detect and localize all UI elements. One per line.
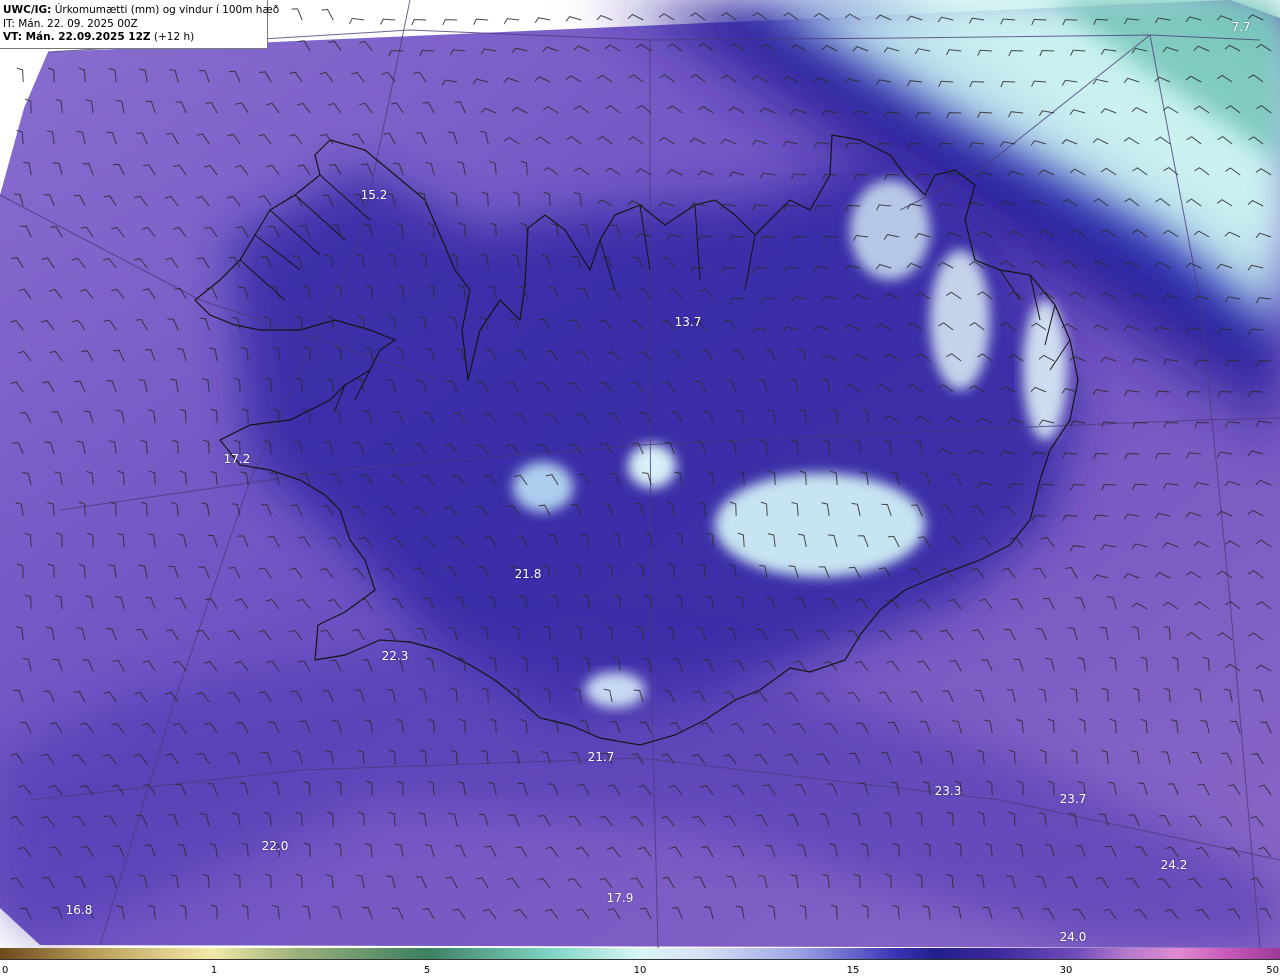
value-label: 7.7 <box>1231 20 1251 34</box>
colorbar-legend: 0 1 5 10 15 30 50 <box>0 948 1280 978</box>
value-label: 15.2 <box>360 188 388 202</box>
precipitation-map <box>0 0 1280 948</box>
value-label: 17.9 <box>606 891 634 905</box>
value-label: 21.7 <box>587 750 615 764</box>
colorbar-tick: 0 <box>2 965 9 976</box>
forecast-lead: (+12 h) <box>150 31 195 43</box>
colorbar-tick: 30 <box>1059 965 1073 976</box>
precip-core-langjokull <box>513 462 573 512</box>
precip-core-vatnajokull <box>715 473 925 577</box>
title-line: UWC/IG: Úrkomumætti (mm) og vindur í 100… <box>3 4 279 18</box>
colorbar-tick: 10 <box>633 965 647 976</box>
value-label: 24.0 <box>1059 930 1087 944</box>
value-label: 16.8 <box>65 903 93 917</box>
value-label: 22.3 <box>381 649 409 663</box>
precip-core-east-1 <box>1023 300 1067 440</box>
colorbar-tick: 15 <box>846 965 860 976</box>
precip-core-hofsjokull <box>628 444 676 488</box>
title-model: UWC/IG: <box>3 4 52 16</box>
colorbar-tick: 5 <box>423 965 431 976</box>
colorbar-tick: 50 <box>1266 965 1279 976</box>
value-label: 22.0 <box>261 839 289 853</box>
valid-time-line: VT: Mán. 22.09.2025 12Z (+12 h) <box>3 31 263 45</box>
value-label: 24.2 <box>1160 858 1188 872</box>
title-description: Úrkomumætti (mm) og vindur í 100m hæð <box>51 4 280 16</box>
valid-time: VT: Mán. 22.09.2025 12Z <box>3 31 151 43</box>
value-label: 23.7 <box>1059 792 1087 806</box>
colorbar-tick: 1 <box>210 965 218 976</box>
init-time-line: IT: Mán. 22. 09. 2025 00Z <box>3 17 138 30</box>
value-label: 13.7 <box>674 315 702 329</box>
map-info-box: UWC/IG: Úrkomumætti (mm) og vindur í 100… <box>0 0 279 49</box>
colorbar-gradient <box>0 948 1280 960</box>
value-label: 23.3 <box>934 784 962 798</box>
value-label: 17.2 <box>223 452 251 466</box>
precip-core-east-2 <box>930 250 990 390</box>
value-label: 21.8 <box>514 567 542 581</box>
precip-core-ne <box>850 180 930 280</box>
